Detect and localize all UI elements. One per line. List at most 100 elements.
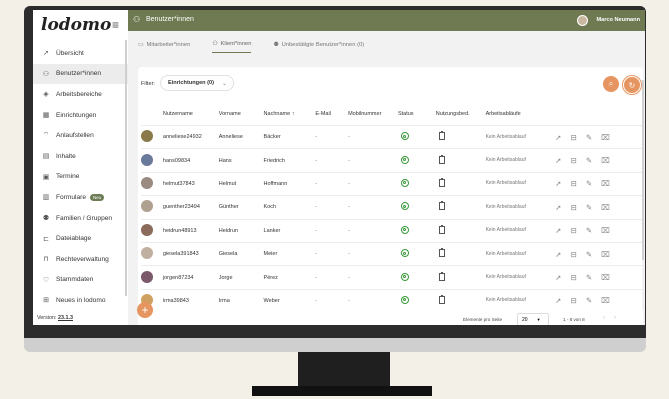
sidebar-item-familien-gruppen[interactable]: ⚉ Familien / Gruppen xyxy=(33,208,128,229)
add-user-button[interactable]: + xyxy=(137,302,153,318)
sidebar-item-label: Familien / Gruppen xyxy=(56,214,113,222)
refresh-button[interactable]: ↻ xyxy=(623,76,641,94)
email-cell: - xyxy=(315,171,349,196)
trash-icon[interactable]: ⌧ xyxy=(601,203,610,212)
clipboard-icon[interactable] xyxy=(438,294,445,304)
table-row[interactable]: heidrun48913 Heidrun Lanker - - Kein Arbeitsa… xyxy=(141,218,643,243)
calendar-icon: ▣ xyxy=(42,173,50,181)
briefcase-icon[interactable]: ⊟ xyxy=(571,226,577,235)
clipboard-icon[interactable] xyxy=(438,131,445,141)
briefcase-icon[interactable]: ⊟ xyxy=(571,179,577,188)
rocket-icon[interactable]: ➚ xyxy=(555,156,561,165)
clipboard-icon[interactable] xyxy=(438,271,445,281)
filter-label: Filter: xyxy=(141,81,155,87)
sidebar-item-inhalte[interactable]: ▤ Inhalte xyxy=(33,146,128,167)
sidebar-item-arbeitsbereiche[interactable]: ◈ Arbeitsbereiche xyxy=(33,84,128,105)
rocket-icon[interactable]: ➚ xyxy=(555,273,561,282)
folder-icon: ⊏ xyxy=(43,235,49,243)
pencil-icon[interactable]: ✎ xyxy=(586,250,592,259)
header-nutzername[interactable]: Nutzername xyxy=(163,103,219,126)
next-page-icon[interactable]: › xyxy=(614,315,625,321)
trash-icon[interactable]: ⌧ xyxy=(601,226,610,235)
table-scrollbar-thumb[interactable] xyxy=(642,80,644,260)
sidebar-item-termine[interactable]: ▣ Termine xyxy=(33,167,128,188)
tab-unbestaetigte[interactable]: ⚉ Unbestätigte Benutzer*innen (0) xyxy=(273,37,364,53)
header-status[interactable]: Status xyxy=(398,103,436,126)
per-page-select[interactable]: 20 ▼ xyxy=(517,313,549,325)
trash-icon[interactable]: ⌧ xyxy=(601,179,610,188)
tab-mitarbeiter[interactable]: ▭ Mitarbeiter*innen xyxy=(138,37,190,53)
pencil-icon[interactable]: ✎ xyxy=(586,203,592,212)
menu-icon[interactable]: ≡ xyxy=(112,18,119,32)
status-cell xyxy=(397,124,436,149)
lock-icon: ⊓ xyxy=(43,256,49,264)
table-row[interactable]: guenther23494 Günther Koch - - Kein Arbeitsab… xyxy=(141,195,643,220)
terms-cell xyxy=(435,171,486,196)
header-email[interactable]: E-Mail xyxy=(315,103,348,126)
sidebar-item-anlaufstellen[interactable]: ⌔ Anlaufstellen xyxy=(33,125,128,146)
version-link[interactable]: 23.1.3 xyxy=(58,315,73,321)
avatar-cell xyxy=(141,241,163,266)
rocket-icon[interactable]: ➚ xyxy=(555,133,561,142)
per-page-label: Elemente pro Seite xyxy=(463,317,503,322)
trash-icon[interactable]: ⌧ xyxy=(601,133,610,142)
sidebar-scrollbar[interactable] xyxy=(125,40,127,296)
sidebar-item-einrichtungen[interactable]: ▦ Einrichtungen xyxy=(33,105,128,126)
pencil-icon[interactable]: ✎ xyxy=(586,273,592,282)
sidebar-item-rechteverwaltung[interactable]: ⊓ Rechteverwaltung xyxy=(33,249,128,270)
table-row[interactable]: hans09834 Hans Friedrich - - Kein Arbeitsabla… xyxy=(141,148,643,173)
table-row[interactable]: anneliese24932 Anneliese Bäcker - - Kein Arbe… xyxy=(141,124,643,149)
header-vorname[interactable]: Vorname xyxy=(219,103,264,126)
rocket-icon[interactable]: ➚ xyxy=(555,250,561,259)
trash-icon[interactable]: ⌧ xyxy=(601,296,610,305)
pencil-icon[interactable]: ✎ xyxy=(586,296,592,305)
briefcase-icon[interactable]: ⊟ xyxy=(571,156,577,165)
trash-icon[interactable]: ⌧ xyxy=(601,156,610,165)
header-nutzungsbed[interactable]: Nutzungsbed. xyxy=(436,103,486,126)
status-active-icon xyxy=(400,295,409,304)
clipboard-icon[interactable] xyxy=(438,177,445,187)
clipboard-icon[interactable] xyxy=(438,248,445,258)
sidebar-item-label: Neues in lodomo xyxy=(56,296,106,304)
rocket-icon[interactable]: ➚ xyxy=(555,203,561,212)
table-row[interactable]: giesela391843 Giesela Meier - - Kein Arbeitsa… xyxy=(141,241,643,266)
avatar[interactable] xyxy=(577,15,588,26)
status-cell xyxy=(397,265,436,290)
header-nachname[interactable]: Nachname ↑ xyxy=(264,103,316,126)
prev-page-icon[interactable]: ‹ xyxy=(603,315,614,321)
rocket-icon[interactable]: ➚ xyxy=(555,296,561,305)
email-cell: - xyxy=(315,241,349,266)
pencil-icon[interactable]: ✎ xyxy=(586,179,592,188)
header-mobil[interactable]: Mobilnummer xyxy=(348,103,398,126)
briefcase-icon[interactable]: ⊟ xyxy=(571,133,577,142)
sidebar-item-neues-in-lodomo[interactable]: ⊞ Neues in lodomo xyxy=(33,290,128,311)
briefcase-icon[interactable]: ⊟ xyxy=(571,203,577,212)
rocket-icon[interactable]: ➚ xyxy=(555,179,561,188)
pencil-icon[interactable]: ✎ xyxy=(586,133,592,142)
pencil-icon[interactable]: ✎ xyxy=(586,156,592,165)
sidebar-item-dateiablage[interactable]: ⊏ Dateiablage xyxy=(33,228,128,249)
sidebar-item-formulare[interactable]: ▥ Formulare Neu xyxy=(33,187,128,208)
clipboard-icon[interactable] xyxy=(438,201,445,211)
trash-icon[interactable]: ⌧ xyxy=(601,250,610,259)
briefcase-icon[interactable]: ⊟ xyxy=(571,273,577,282)
pencil-icon[interactable]: ✎ xyxy=(586,226,592,235)
briefcase-icon[interactable]: ⊟ xyxy=(571,296,577,305)
table-row[interactable]: jorgen87234 Jorge Pérez - - Kein Arbeitsablau… xyxy=(141,265,643,290)
user-name[interactable]: Marco Neumann xyxy=(596,17,640,23)
table-row[interactable]: helmut37843 Helmut Hoffmann - - Kein Arbeitsa… xyxy=(141,171,643,196)
search-icon: ⌕ xyxy=(608,79,614,88)
rocket-icon[interactable]: ➚ xyxy=(555,226,561,235)
trash-icon[interactable]: ⌧ xyxy=(601,273,610,282)
header-arbeitsablaeufe[interactable]: Arbeitsabläufe xyxy=(486,103,556,126)
briefcase-icon[interactable]: ⊟ xyxy=(571,250,577,259)
search-button[interactable]: ⌕ xyxy=(603,76,619,92)
filter-dropdown[interactable]: Einrichtungen (0) ⌄ xyxy=(160,75,234,91)
app-logo[interactable]: lodomo xyxy=(41,15,111,35)
sidebar-item-übersicht[interactable]: ➚ Übersicht xyxy=(33,43,128,64)
sidebar-item-benutzer-innen[interactable]: ⚇ Benutzer*innen xyxy=(33,63,128,85)
clipboard-icon[interactable] xyxy=(438,224,445,234)
clipboard-icon[interactable] xyxy=(438,154,445,164)
sidebar-item-stammdaten[interactable]: ♡ Stammdaten xyxy=(33,270,128,291)
tab-klienten[interactable]: ⚇ Klient*innen xyxy=(212,37,252,53)
